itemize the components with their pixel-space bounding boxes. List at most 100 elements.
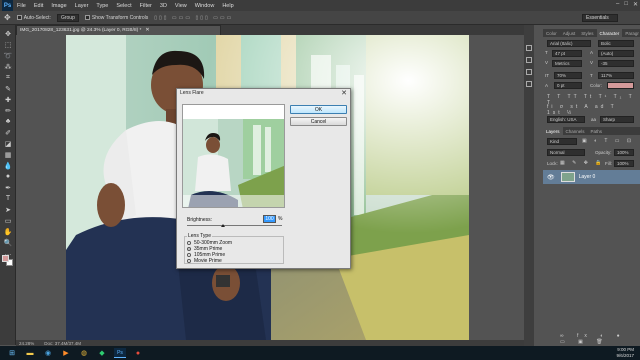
move-icon[interactable]: ✥ [3,29,13,38]
clone-stamp-icon[interactable]: ♣ [3,117,13,126]
photoshop-taskbar-icon[interactable]: Ps [114,348,126,358]
visibility-eye-icon[interactable]: 👁 [547,174,555,181]
opacity-field[interactable]: 100% [614,149,634,156]
menu-filter[interactable]: Filter [136,3,156,9]
radio-icon[interactable] [187,241,191,245]
maximize-button[interactable]: □ [624,1,628,8]
tab-adjust[interactable]: Adjust [560,29,579,37]
close-button[interactable]: ✕ [633,1,638,8]
menu-window[interactable]: Window [191,3,219,9]
kerning-field[interactable]: Metrics [552,60,582,67]
quick-select-icon[interactable]: ⁂ [3,62,13,71]
lens-option-movie[interactable]: Movie Prime [187,258,222,264]
recorder-icon[interactable]: ● [132,348,144,358]
brightness-slider-thumb[interactable] [221,224,225,227]
browser-icon[interactable]: ◉ [42,348,54,358]
layer-filter-dropdown[interactable]: Kind [547,138,577,145]
font-style-dropdown[interactable]: Bolic [598,40,634,47]
ok-button[interactable]: OK [290,105,347,114]
system-clock[interactable]: 9:00 PM 9/6/2017 [616,347,634,359]
menu-file[interactable]: File [13,3,30,9]
blur-icon[interactable]: 💧 [3,161,13,170]
menu-edit[interactable]: Edit [30,3,47,9]
brightness-input[interactable]: 100 [263,215,276,223]
flare-preview[interactable] [182,104,285,208]
path-select-icon[interactable]: ➤ [3,205,13,214]
start-icon[interactable]: ⊞ [6,348,18,358]
brush-panel-icon[interactable] [526,81,532,87]
baseline-field[interactable]: 0 pt [554,82,582,89]
menu-image[interactable]: Image [47,3,70,9]
type-icon[interactable]: T [3,194,13,203]
leading-field[interactable]: (Auto) [598,50,634,57]
healing-brush-icon[interactable]: ✚ [3,95,13,104]
lasso-icon[interactable]: ➰ [3,51,13,60]
foreground-color-swatch[interactable] [2,255,9,262]
menu-select[interactable]: Select [112,3,135,9]
crop-icon[interactable]: ⌗ [3,73,13,82]
layer-filter-icons[interactable]: ▣ ◐ T ▭ ⊡ [582,138,634,144]
tab-channels[interactable]: Channels [563,127,588,135]
tracking-field[interactable]: -35 [598,60,634,67]
history-brush-icon[interactable]: ✐ [3,128,13,137]
horizontal-scale-field[interactable]: 117% [598,72,634,79]
dialog-close-icon[interactable]: ✕ [341,89,347,97]
anti-alias-dropdown[interactable]: Sharp [600,116,634,123]
brush-icon[interactable]: ✏ [3,106,13,115]
workspace-dropdown[interactable]: Essentials [582,14,618,22]
text-style-buttons[interactable]: T T TT Tt T¹ T₁ T T [547,94,635,106]
text-color-swatch[interactable] [607,82,634,89]
tab-paths[interactable]: Paths [588,127,606,135]
lock-icons[interactable]: ▦ ✎ ✥ 🔒 [560,160,605,166]
properties-panel-icon[interactable] [526,57,532,63]
opentype-buttons[interactable]: fi σ st A ad T 1st ½ [547,104,635,116]
media-icon[interactable]: ▶ [60,348,72,358]
menu-layer[interactable]: Layer [71,3,93,9]
hand-icon[interactable]: ✋ [3,227,13,236]
move-tool-icon[interactable]: ✥ [4,13,11,22]
menu-view[interactable]: View [171,3,191,9]
show-transform-checkbox[interactable]: Show Transform Controls [84,15,148,21]
fill-field[interactable]: 100% [614,160,634,167]
tab-styles[interactable]: Styles [578,29,596,37]
layer-row[interactable]: 👁 Layer 0 [543,170,640,184]
dodge-icon[interactable]: ● [3,172,13,181]
tab-layers[interactable]: Layers [543,127,563,135]
gradient-icon[interactable]: ▦ [3,150,13,159]
tab-paragraph[interactable]: Paragr [622,29,640,37]
radio-icon[interactable] [187,253,191,257]
file-explorer-icon[interactable]: ▬ [24,348,36,358]
pen-icon[interactable]: ✒ [3,183,13,192]
app-icon[interactable]: ◆ [96,348,108,358]
layers-footer-icons[interactable]: ∞ fx ◐ ● ▭ ▣ 🗑 [560,333,640,345]
auto-select-dropdown[interactable]: Group [56,13,79,22]
vertical-scale-field[interactable]: 70% [554,72,582,79]
radio-icon[interactable] [187,259,191,263]
align-icons[interactable]: ▯▯▯ ▭▭▭ ▯▯▯ ▭▭▭ [154,15,233,21]
tab-character[interactable]: Character [596,29,623,37]
chrome-icon[interactable]: ◍ [78,348,90,358]
menu-3d[interactable]: 3D [156,3,171,9]
eyedropper-icon[interactable]: ✎ [3,84,13,93]
marquee-icon[interactable]: ⬚ [3,40,13,49]
zoom-icon[interactable]: 🔍 [3,238,13,247]
close-tab-icon[interactable]: ✕ [145,28,149,33]
language-dropdown[interactable]: English: USA [547,116,585,123]
menu-help[interactable]: Help [218,3,237,9]
font-size-field[interactable]: 47 pt [552,50,582,57]
minimize-button[interactable]: – [616,1,619,8]
history-panel-icon[interactable] [526,45,532,51]
radio-selected-icon[interactable] [187,247,191,251]
menu-type[interactable]: Type [92,3,112,9]
auto-select-checkbox[interactable]: Auto-Select: [16,15,51,21]
info-panel-icon[interactable] [526,69,532,75]
cancel-button[interactable]: Cancel [290,117,347,126]
document-tab[interactable]: IMG_20170828_123631.jpg @ 24.3% (Layer 0… [16,25,221,35]
brightness-slider-track[interactable] [187,225,282,226]
eraser-icon[interactable]: ◪ [3,139,13,148]
blend-mode-dropdown[interactable]: Normal [547,149,585,156]
shape-icon[interactable]: ▭ [3,216,13,225]
font-family-dropdown[interactable]: Arial (Italic) [547,40,591,47]
zoom-readout[interactable]: 24.28% [19,341,34,346]
tab-color[interactable]: Color [543,29,560,37]
